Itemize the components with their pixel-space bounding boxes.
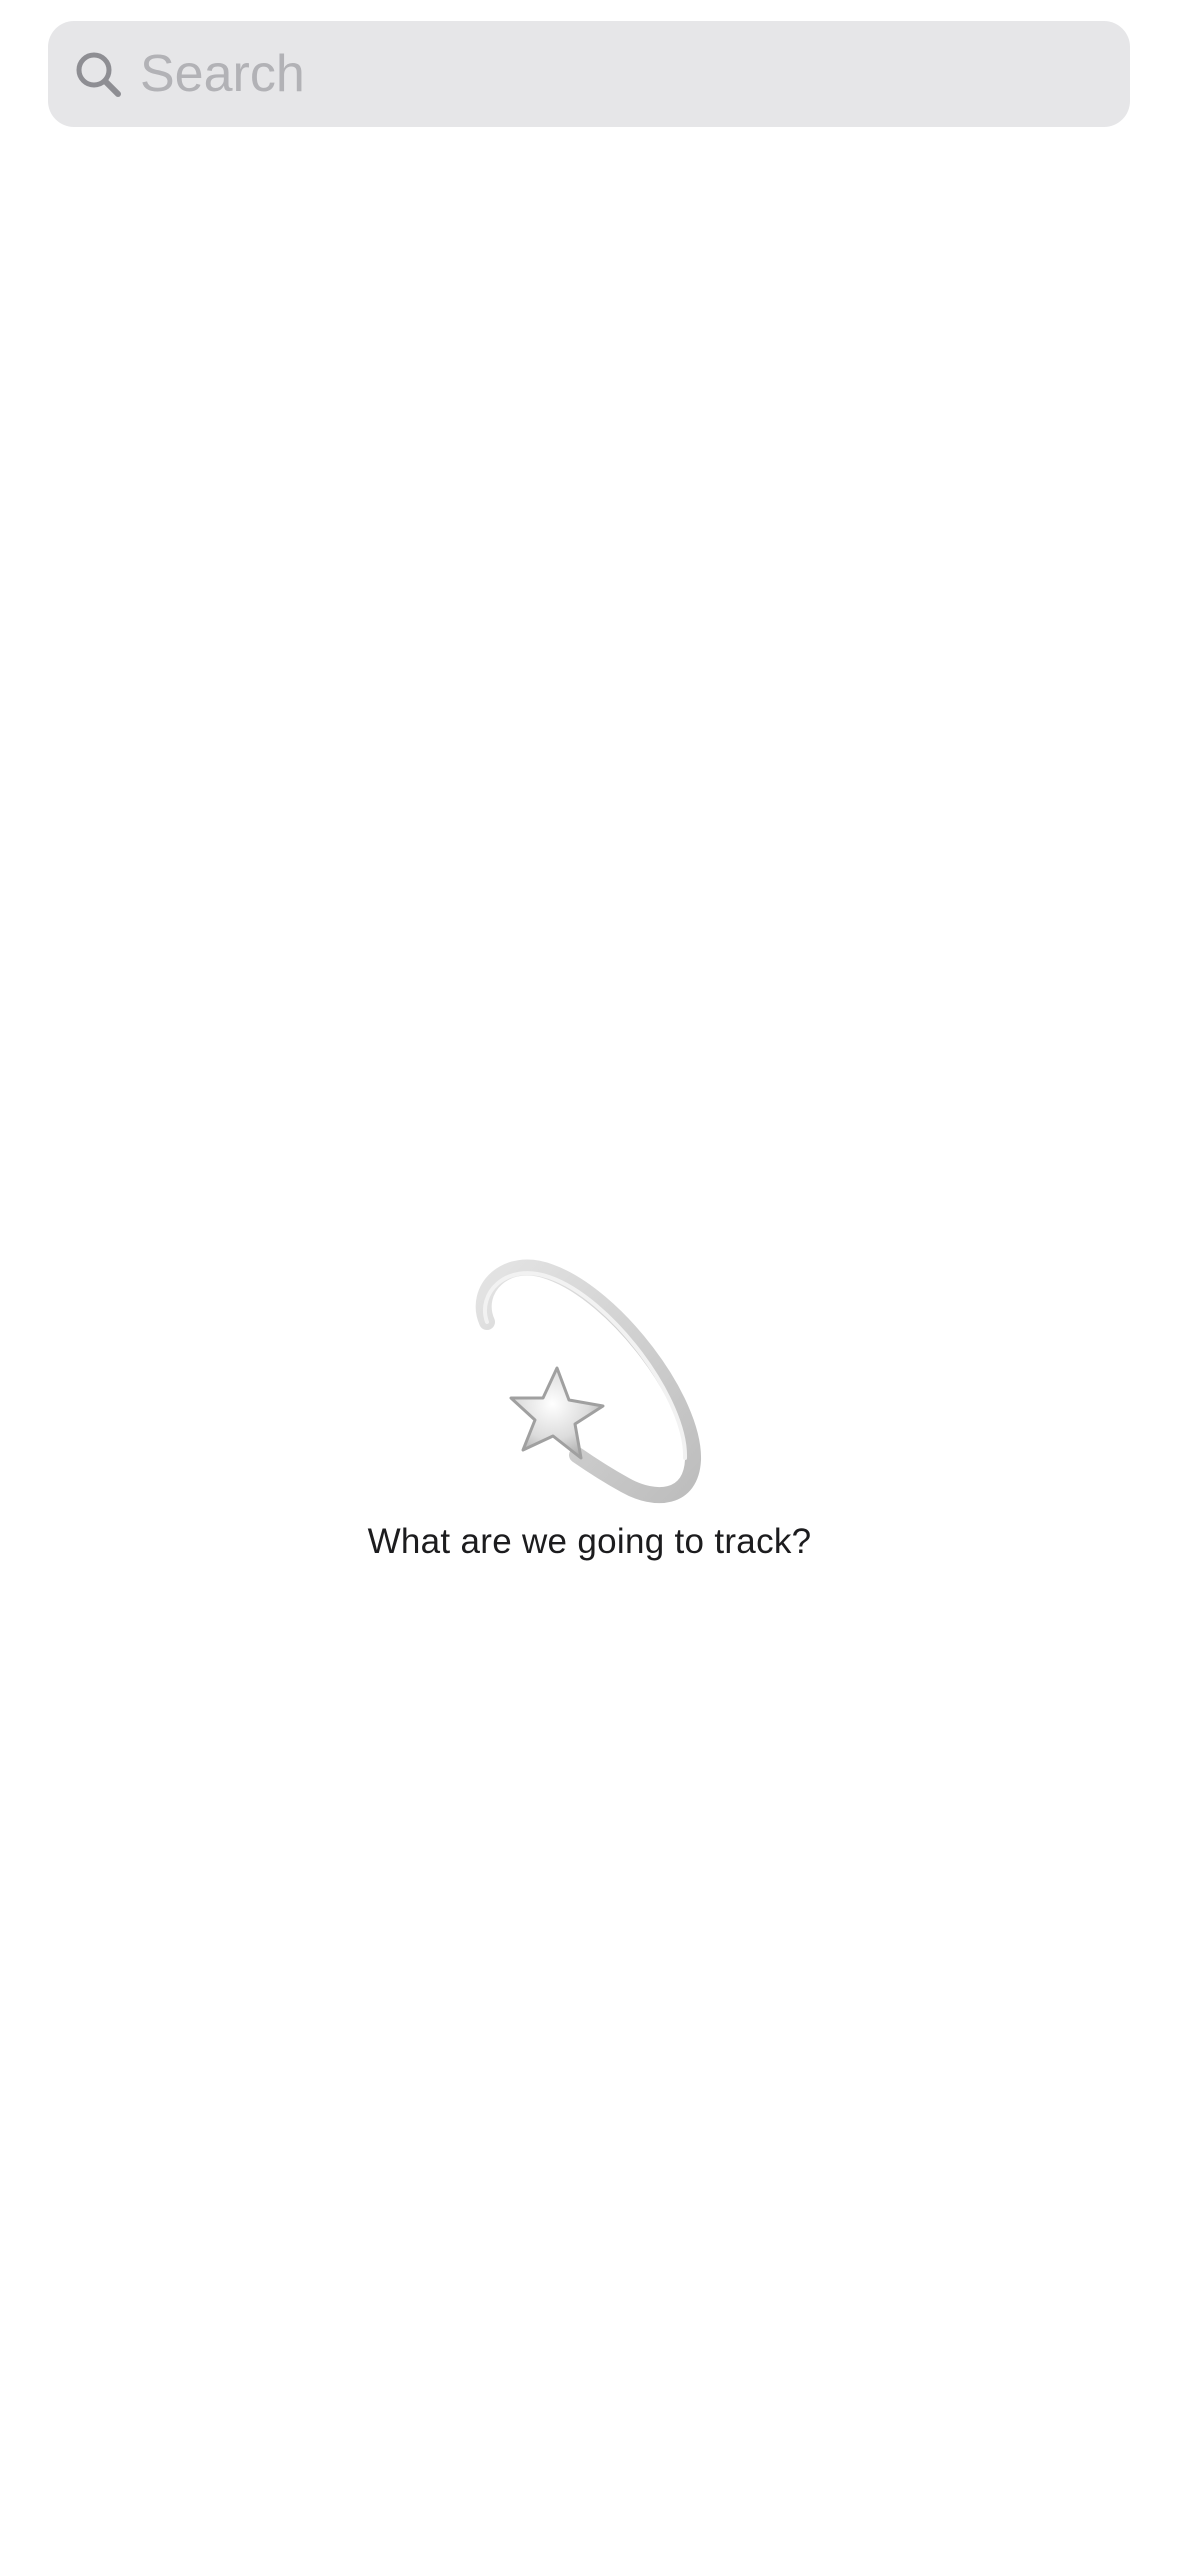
search-icon bbox=[70, 46, 126, 102]
empty-state-message: What are we going to track? bbox=[367, 1522, 812, 1561]
search-input[interactable] bbox=[126, 21, 1130, 127]
screen: What are we going to track? bbox=[0, 0, 1179, 2556]
dizzy-star-icon bbox=[475, 1259, 701, 1504]
empty-state: What are we going to track? bbox=[0, 1250, 1179, 1562]
search-bar[interactable] bbox=[48, 21, 1130, 127]
